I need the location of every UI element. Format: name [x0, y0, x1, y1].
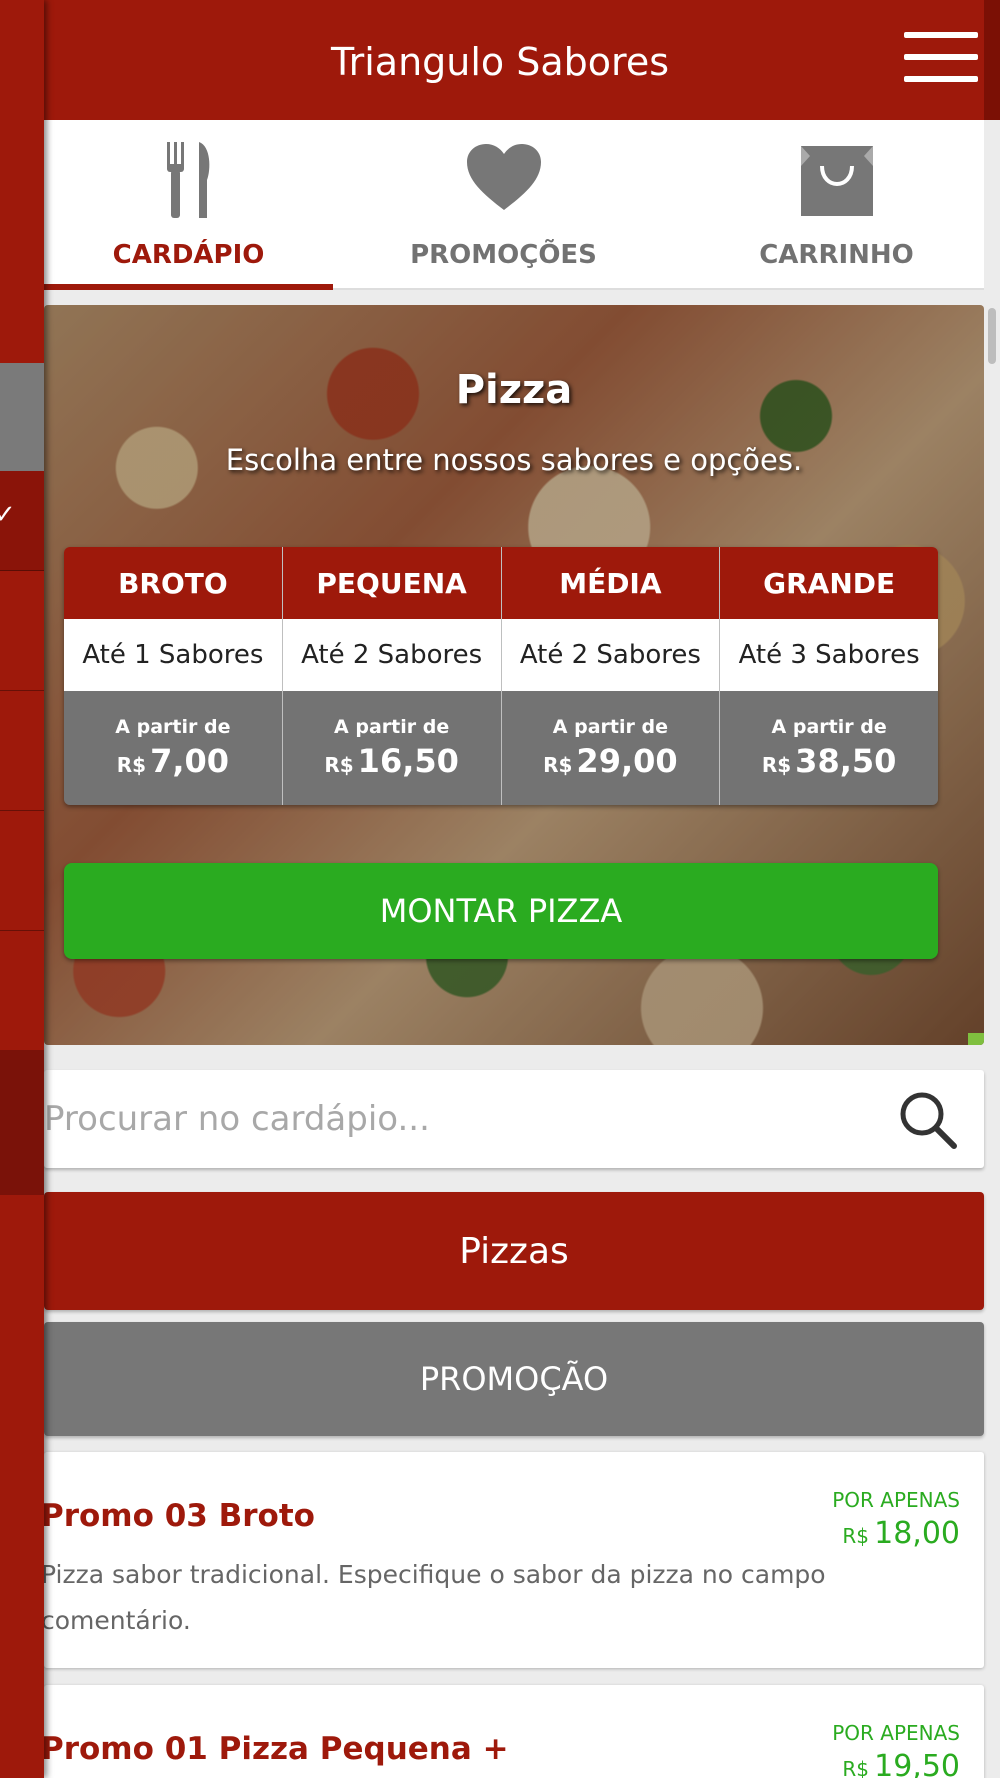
size-option-broto[interactable]: BROTO Até 1 Sabores A partir de R$ 7,00	[64, 547, 283, 805]
shopping-bag-icon	[692, 142, 981, 218]
currency-symbol: R$	[324, 753, 354, 777]
size-price: A partir de R$ 16,50	[282, 691, 501, 805]
size-flavors: Até 2 Sabores	[282, 619, 501, 691]
currency-symbol: R$	[116, 753, 147, 777]
product-title: Promo 03 Broto	[41, 1498, 315, 1534]
search-icon[interactable]	[898, 1090, 958, 1150]
price-value: 19,50	[874, 1749, 960, 1778]
chevron-icon: ✓	[0, 500, 16, 530]
price-from-label: A partir de	[115, 716, 231, 738]
price-from-label: A partir de	[334, 716, 450, 738]
heart-icon	[359, 142, 648, 218]
product-price: POR APENAS R$ 18,00	[832, 1488, 960, 1551]
hamburger-menu-icon[interactable]	[904, 32, 978, 88]
app-title: Triangulo Sabores	[330, 40, 669, 84]
cutlery-icon	[44, 142, 333, 218]
size-name: MÉDIA	[501, 547, 720, 619]
price-value: 7,00	[150, 742, 230, 780]
size-price: A partir de R$ 38,50	[720, 691, 938, 805]
tab-label: CARDÁPIO	[112, 240, 265, 270]
tab-label: PROMOÇÕES	[410, 240, 597, 270]
product-description: Pizza sabor tradicional. Especifique o s…	[41, 1560, 826, 1635]
price-from-label: A partir de	[552, 716, 668, 738]
size-option-grande[interactable]: GRANDE Até 3 Sabores A partir de R$ 38,50	[720, 547, 938, 805]
category-pizzas[interactable]: Pizzas	[44, 1192, 984, 1310]
product-price: POR APENAS R$ 19,50	[832, 1721, 960, 1778]
currency-symbol: R$	[761, 753, 792, 777]
price-from-label: A partir de	[771, 716, 887, 738]
size-name: BROTO	[64, 547, 282, 619]
size-name: PEQUENA	[282, 547, 501, 619]
price-value: 18,00	[874, 1516, 960, 1551]
tab-label: CARRINHO	[759, 240, 914, 270]
currency-symbol: R$	[842, 1757, 870, 1778]
price-value: 38,50	[795, 742, 897, 780]
size-price: A partir de R$ 7,00	[64, 691, 282, 805]
currency-symbol: R$	[543, 753, 573, 777]
hero-subtitle: Escolha entre nossos sabores e opções.	[225, 443, 803, 477]
price-label: POR APENAS	[832, 1488, 960, 1512]
hero-title: Pizza	[455, 367, 573, 413]
app-header: Triangulo Sabores	[44, 0, 1000, 120]
price-value: 29,00	[576, 742, 678, 780]
size-price: A partir de R$ 29,00	[501, 691, 720, 805]
hero-corner-accent	[968, 1033, 984, 1045]
size-option-media[interactable]: MÉDIA Até 2 Sabores A partir de R$ 29,00	[501, 547, 721, 805]
search-input[interactable]	[44, 1070, 884, 1168]
product-card[interactable]: Promo 01 Pizza Pequena + 01 Pepsi 1L POR…	[41, 1685, 984, 1778]
product-card[interactable]: Promo 03 Broto Pizza sabor tradicional. …	[41, 1452, 984, 1668]
header-edge	[984, 0, 1000, 120]
size-name: GRANDE	[720, 547, 938, 619]
currency-symbol: R$	[842, 1524, 870, 1548]
scrollbar[interactable]	[988, 308, 996, 364]
drawer-item[interactable]	[0, 1050, 44, 1195]
tab-cardapio[interactable]: CARDÁPIO	[44, 120, 333, 290]
product-title: Promo 01 Pizza Pequena + 01 Pepsi 1L	[41, 1731, 509, 1767]
pizza-size-table: BROTO Até 1 Sabores A partir de R$ 7,00 P…	[64, 547, 938, 805]
tab-carrinho[interactable]: CARRINHO	[692, 120, 981, 290]
drawer-divider	[0, 930, 44, 931]
size-flavors: Até 2 Sabores	[501, 619, 720, 691]
size-option-pequena[interactable]: PEQUENA Até 2 Sabores A partir de R$ 16,5…	[282, 547, 502, 805]
pizza-hero-banner: Pizza Escolha entre nossos sabores e opç…	[44, 305, 984, 1045]
size-flavors: Até 3 Sabores	[720, 619, 938, 691]
tab-bar: CARDÁPIO PROMOÇÕES CARRINHO	[44, 120, 984, 290]
tab-promocoes[interactable]: PROMOÇÕES	[359, 120, 648, 290]
size-flavors: Até 1 Sabores	[64, 619, 282, 691]
menu-search-bar	[44, 1070, 984, 1168]
drawer-divider	[0, 690, 44, 691]
build-pizza-button[interactable]: MONTAR PIZZA	[64, 863, 938, 959]
drawer-item-selected[interactable]	[0, 363, 44, 471]
price-label: POR APENAS	[832, 1721, 960, 1745]
subcategory-promocao[interactable]: PROMOÇÃO	[44, 1322, 984, 1436]
drawer-divider	[0, 810, 44, 811]
side-drawer-edge[interactable]: ✓	[0, 0, 44, 1778]
price-value: 16,50	[357, 742, 459, 780]
drawer-divider	[0, 570, 44, 571]
